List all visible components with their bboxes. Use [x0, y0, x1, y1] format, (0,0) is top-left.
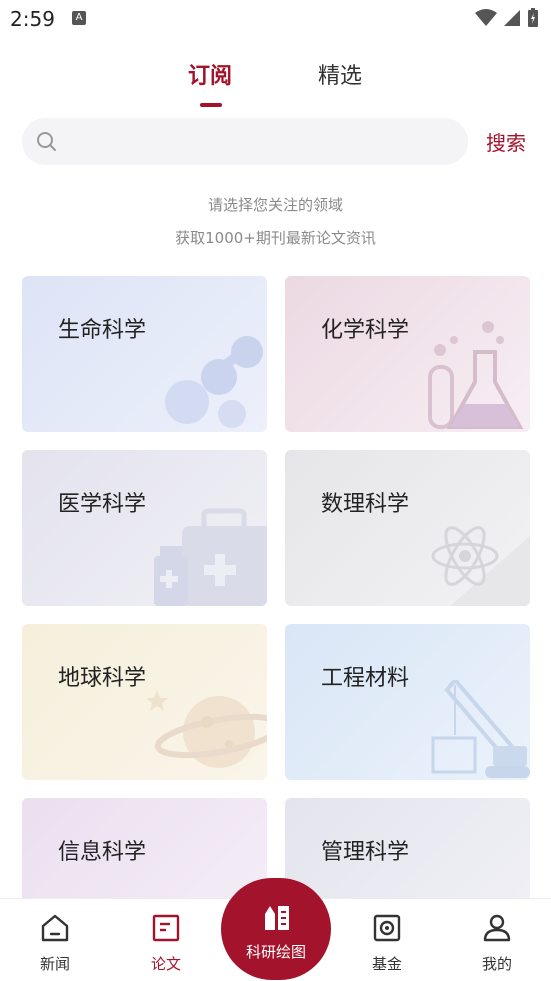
category-label: 地球科学: [58, 666, 147, 691]
nav-item-paper[interactable]: 论文: [131, 911, 201, 974]
nav-label-news: 新闻: [39, 955, 70, 973]
category-label: 医学科学: [58, 492, 147, 517]
home-icon: [41, 914, 69, 942]
nav-label-fund: 基金: [371, 955, 402, 973]
tab-indicator: [200, 103, 222, 107]
drawing-icon: [265, 906, 289, 930]
battery-icon: [528, 8, 538, 27]
category-label: 化学科学: [321, 318, 410, 343]
tab-subscribe[interactable]: 订阅: [188, 58, 232, 90]
status-bar: 2:59 A: [0, 0, 551, 40]
wifi-icon: [475, 9, 497, 26]
flask-icon: [428, 321, 524, 429]
document-icon: [152, 914, 180, 942]
category-card-earth-science[interactable]: 地球科学: [22, 624, 267, 780]
category-label: 数理科学: [321, 492, 410, 517]
category-label: 管理科学: [321, 840, 410, 865]
hint-subtext: 获取1000+期刊最新论文资讯: [175, 229, 376, 247]
tab-featured[interactable]: 精选: [318, 58, 362, 90]
notification-icon: A: [72, 11, 86, 25]
nav-item-news[interactable]: 新闻: [20, 911, 90, 974]
nav-label-mine: 我的: [481, 955, 512, 973]
nav-item-mine[interactable]: 我的: [462, 911, 532, 974]
category-card-engineering-materials[interactable]: 工程材料: [285, 624, 530, 780]
safe-icon: [373, 914, 401, 942]
planet-icon: [147, 690, 267, 768]
category-label: 工程材料: [321, 666, 410, 691]
molecule-icon: [165, 336, 263, 428]
category-label: 生命科学: [58, 318, 147, 343]
search-button[interactable]: 搜索: [486, 127, 526, 156]
category-card-math-physics[interactable]: 数理科学: [285, 450, 530, 606]
nav-item-fund[interactable]: 基金: [352, 911, 422, 974]
nav-label-paper: 论文: [150, 955, 181, 973]
signal-icon: [504, 10, 520, 26]
category-card-life-science[interactable]: 生命科学: [22, 276, 267, 432]
user-icon: [483, 914, 511, 942]
medical-kit-icon: [154, 508, 267, 606]
search-input[interactable]: [22, 118, 468, 165]
category-label: 信息科学: [58, 840, 147, 865]
category-card-medical-science[interactable]: 医学科学: [22, 450, 267, 606]
search-icon: [37, 132, 56, 151]
status-time: 2:59: [10, 7, 55, 31]
nav-item-research-drawing[interactable]: 科研绘图: [221, 878, 331, 980]
crane-icon: [431, 680, 530, 778]
nav-label-research-drawing: 科研绘图: [245, 943, 306, 961]
atom-icon: [431, 526, 530, 606]
hint-text: 请选择您关注的领域: [207, 196, 343, 214]
category-card-chemistry[interactable]: 化学科学: [285, 276, 530, 432]
status-icons: [475, 8, 539, 28]
